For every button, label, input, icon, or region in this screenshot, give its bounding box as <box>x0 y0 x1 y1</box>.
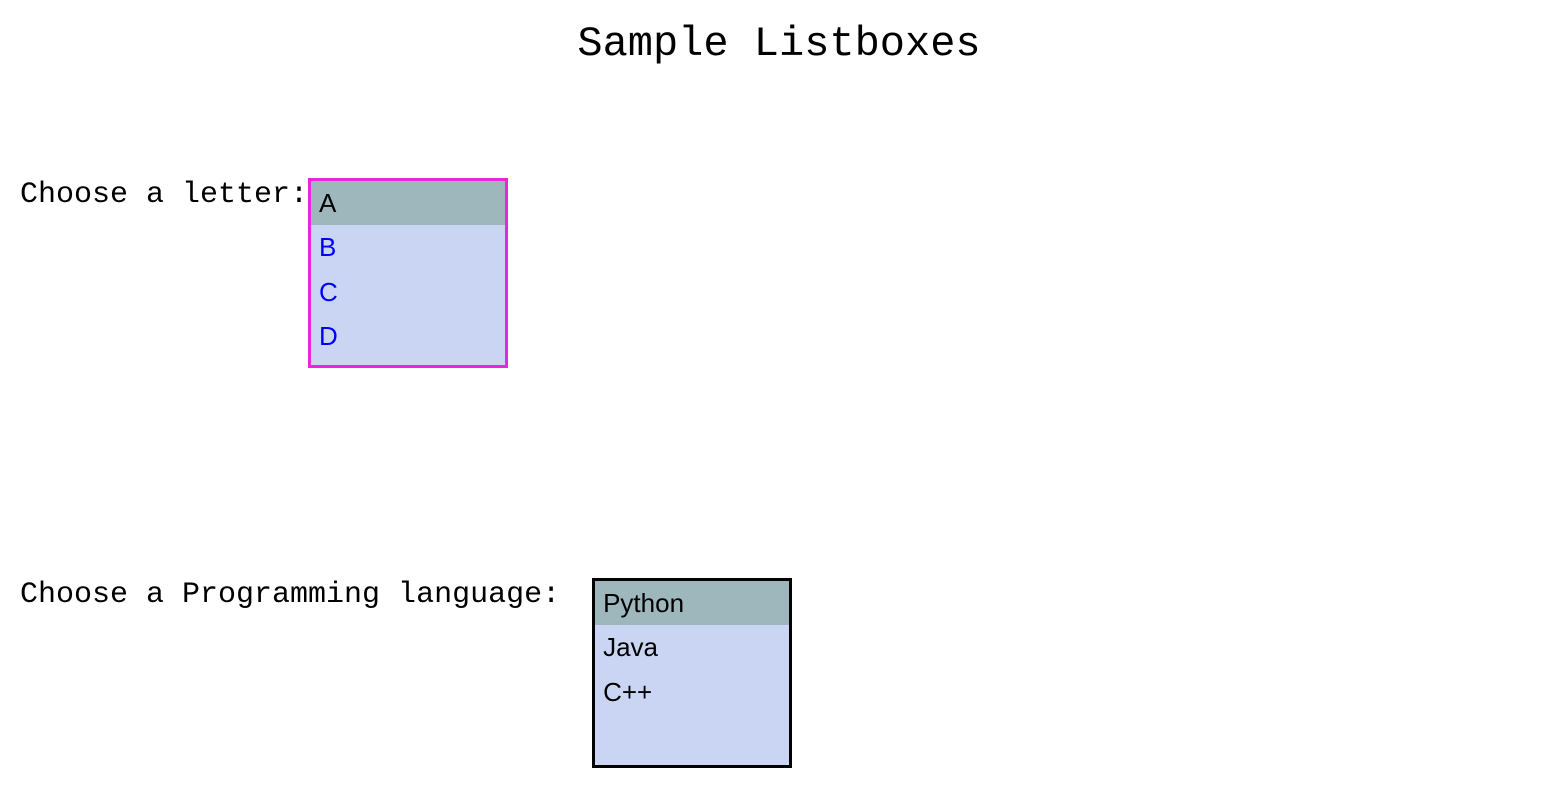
letters-option[interactable]: C <box>311 270 505 314</box>
language-row: Choose a Programming language: PythonJav… <box>20 578 1558 768</box>
letter-listbox[interactable]: ABCD <box>308 178 508 368</box>
langs-option[interactable]: C++ <box>595 670 789 714</box>
langs-option[interactable]: Java <box>595 625 789 669</box>
letters-option[interactable]: A <box>311 181 505 225</box>
langs-option[interactable]: Python <box>595 581 789 625</box>
letter-row: Choose a letter: ABCD <box>20 178 1558 368</box>
page-title: Sample Listboxes <box>0 0 1558 68</box>
letter-label: Choose a letter: <box>20 178 308 212</box>
language-label: Choose a Programming language: <box>20 578 578 612</box>
letters-option[interactable]: D <box>311 314 505 358</box>
language-listbox[interactable]: PythonJavaC++ <box>592 578 792 768</box>
letters-option[interactable]: B <box>311 225 505 269</box>
